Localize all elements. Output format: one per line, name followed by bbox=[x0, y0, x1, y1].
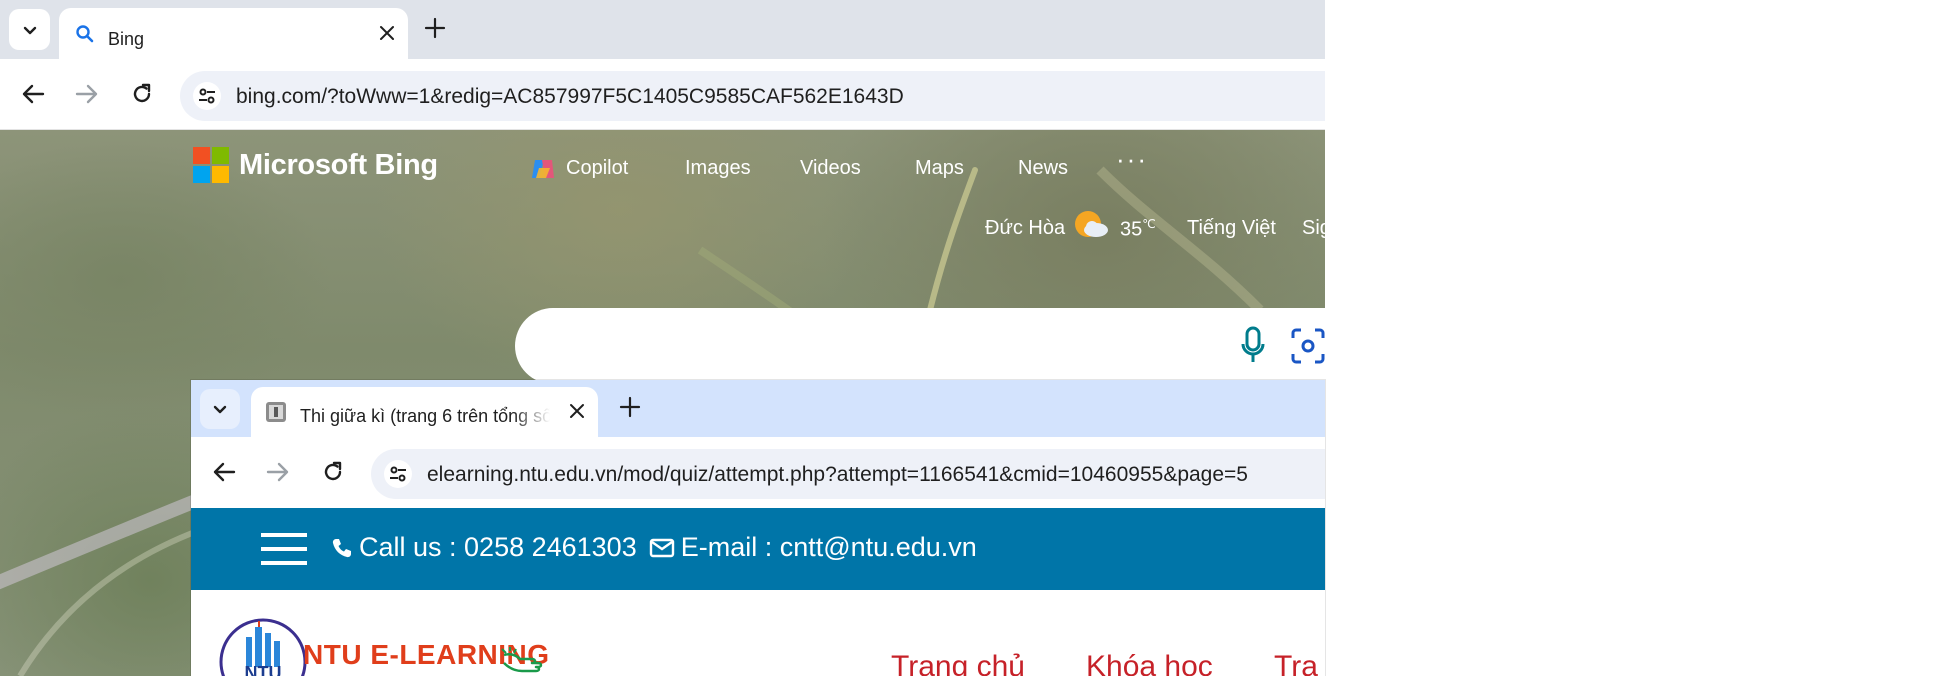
tab-list-button[interactable] bbox=[200, 389, 240, 429]
call-us-text[interactable]: Call us : 0258 2461303 bbox=[359, 532, 637, 563]
site-settings-icon[interactable] bbox=[384, 460, 412, 488]
url-text: elearning.ntu.edu.vn/mod/quiz/attempt.ph… bbox=[427, 463, 1248, 486]
nav-copilot[interactable]: Copilot bbox=[566, 157, 628, 180]
tab-strip: Thi giữa kì (trang 6 trên tổng số bbox=[191, 380, 1325, 437]
tab-quiz[interactable]: Thi giữa kì (trang 6 trên tổng số bbox=[251, 387, 598, 437]
close-icon[interactable] bbox=[378, 24, 396, 42]
hand-pointer-icon bbox=[501, 647, 543, 673]
location[interactable]: Đức Hòa bbox=[985, 217, 1065, 240]
bing-logo-text: Microsoft Bing bbox=[239, 148, 438, 181]
back-icon[interactable] bbox=[212, 461, 236, 483]
contact-info: Call us : 0258 2461303 E-mail : cntt@ntu… bbox=[331, 532, 977, 563]
ntu-header: NTU NTU E-LEARNING Trang chủ Khóa học Tr… bbox=[191, 590, 1325, 676]
menu-more[interactable]: Tra bbox=[1274, 650, 1318, 676]
menu-home[interactable]: Trang chủ bbox=[891, 650, 1025, 676]
copilot-icon bbox=[532, 160, 554, 178]
close-icon[interactable] bbox=[568, 402, 586, 420]
plus-icon[interactable] bbox=[423, 16, 447, 40]
nav-videos[interactable]: Videos bbox=[800, 157, 861, 180]
ntu-logo-text: NTU bbox=[245, 663, 282, 676]
reload-icon[interactable] bbox=[130, 82, 154, 106]
tab-strip: Bing bbox=[0, 0, 1325, 59]
browser-toolbar: elearning.ntu.edu.vn/mod/quiz/attempt.ph… bbox=[191, 437, 1325, 508]
forward-icon[interactable] bbox=[75, 83, 99, 105]
chevron-down-icon bbox=[213, 405, 227, 414]
ntu-contact-bar: Call us : 0258 2461303 E-mail : cntt@ntu… bbox=[191, 508, 1325, 590]
tab-list-button[interactable] bbox=[9, 9, 50, 50]
menu-courses[interactable]: Khóa học bbox=[1086, 650, 1213, 676]
nav-news[interactable]: News bbox=[1018, 157, 1068, 180]
ntu-browser-window: Thi giữa kì (trang 6 trên tổng số elearn… bbox=[191, 380, 1325, 676]
phone-icon bbox=[332, 538, 351, 557]
browser-toolbar: bing.com/?toWww=1&redig=AC857997F5C1405C… bbox=[0, 59, 1325, 130]
microphone-icon[interactable] bbox=[1240, 326, 1266, 366]
tab-bing[interactable]: Bing bbox=[59, 8, 408, 59]
plus-icon[interactable] bbox=[618, 395, 642, 419]
site-settings-icon[interactable] bbox=[193, 82, 221, 110]
hamburger-icon[interactable] bbox=[261, 532, 307, 566]
bing-logo[interactable]: Microsoft Bing bbox=[193, 147, 438, 183]
reload-icon[interactable] bbox=[321, 460, 345, 484]
temperature[interactable]: 35℃ bbox=[1120, 217, 1156, 242]
envelope-icon bbox=[649, 538, 674, 557]
tab-title: Thi giữa kì (trang 6 trên tổng số bbox=[300, 406, 550, 426]
search-box[interactable] bbox=[515, 308, 1325, 384]
nav-maps[interactable]: Maps bbox=[915, 157, 964, 180]
temperature-value: 35 bbox=[1120, 218, 1143, 241]
nav-images[interactable]: Images bbox=[685, 157, 751, 180]
chevron-down-icon bbox=[23, 26, 36, 34]
ntu-logo[interactable]: NTU bbox=[218, 617, 308, 676]
microsoft-logo-icon bbox=[193, 147, 229, 183]
back-icon[interactable] bbox=[21, 83, 45, 105]
moodle-favicon bbox=[266, 402, 286, 422]
forward-icon[interactable] bbox=[266, 461, 290, 483]
address-bar[interactable]: elearning.ntu.edu.vn/mod/quiz/attempt.ph… bbox=[371, 449, 1325, 499]
tab-title: Bing bbox=[108, 29, 145, 49]
visual-search-icon[interactable] bbox=[1290, 327, 1325, 365]
email-text[interactable]: E-mail : cntt@ntu.edu.vn bbox=[681, 532, 977, 563]
sign-in-link[interactable]: Sig bbox=[1302, 217, 1325, 240]
address-bar[interactable]: bing.com/?toWww=1&redig=AC857997F5C1405C… bbox=[180, 71, 1325, 121]
language-switch[interactable]: Tiếng Việt bbox=[1187, 217, 1276, 240]
search-favicon bbox=[76, 25, 94, 43]
more-menu[interactable]: ··· bbox=[1116, 144, 1148, 175]
url-text: bing.com/?toWww=1&redig=AC857997F5C1405C… bbox=[236, 85, 904, 108]
temperature-unit: ℃ bbox=[1142, 217, 1156, 231]
weather-icon bbox=[1075, 211, 1108, 237]
